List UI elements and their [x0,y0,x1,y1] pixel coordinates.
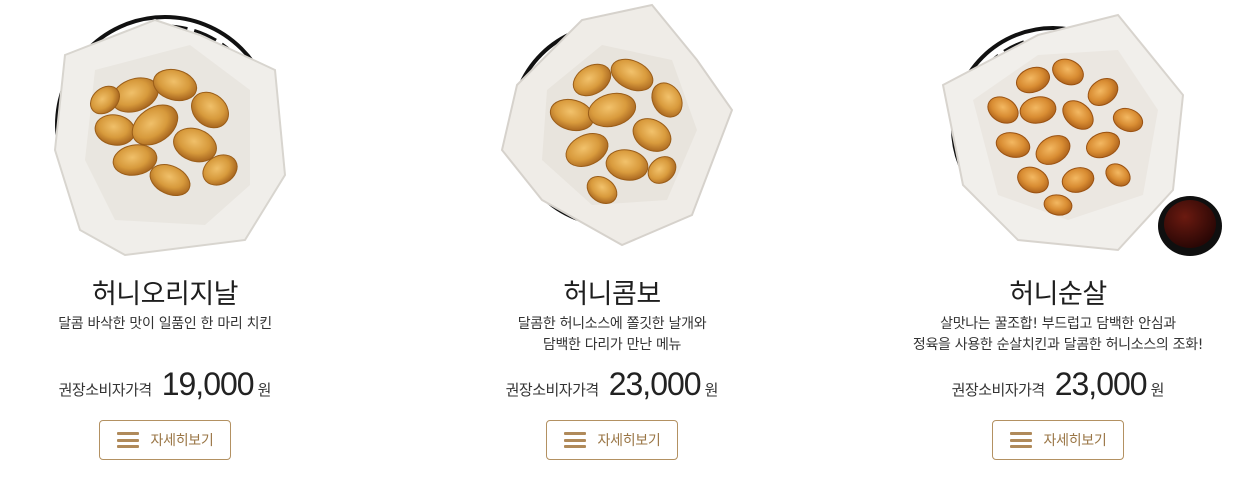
product-description: 달콤 바삭한 맛이 일품인 한 마리 치킨 [58,314,272,356]
product-description: 살맛나는 꿀조합! 부드럽고 담백한 안심과 정육을 사용한 순살치킨과 달콤한… [912,314,1204,356]
menu-icon [116,432,139,448]
price-row: 권장소비자가격 23,000 원 [952,366,1165,406]
product-name: 허니순살 [1009,279,1107,310]
detail-button[interactable]: 자세히보기 [992,420,1124,460]
price-value: 19,000 [161,366,255,402]
menu-icon [1009,432,1032,448]
price-unit: 원 [704,381,719,399]
menu-icon [563,432,586,448]
detail-button-label: 자세히보기 [150,433,214,449]
product-name: 허니콤보 [563,279,661,310]
product-image[interactable] [442,0,782,262]
product-card-honey-boneless: 허니순살 살맛나는 꿀조합! 부드럽고 담백한 안심과 정육을 사용한 순살치킨… [888,0,1228,482]
price-value: 23,000 [1054,366,1148,402]
product-name: 허니오리지날 [91,279,239,310]
price-label: 권장소비자가격 [58,381,153,399]
detail-button[interactable]: 자세히보기 [546,420,678,460]
product-description: 달콤한 허니소스에 쫄깃한 날개와 담백한 다리가 만난 메뉴 [518,314,707,356]
detail-button-label: 자세히보기 [597,433,661,449]
price-label: 권장소비자가격 [951,381,1046,399]
price-row: 권장소비자가격 23,000 원 [506,366,719,406]
product-list: 허니오리지날 달콤 바삭한 맛이 일품인 한 마리 치킨 권장소비자가격 19,… [0,0,1252,482]
product-image[interactable] [888,0,1228,262]
detail-button[interactable]: 자세히보기 [99,420,231,460]
detail-button-label: 자세히보기 [1043,433,1107,449]
price-unit: 원 [257,381,272,399]
product-description-line: 담백한 다리가 만난 메뉴 [542,337,682,353]
price-label: 권장소비자가격 [505,381,600,399]
price-row: 권장소비자가격 19,000 원 [59,366,272,406]
product-description-line: 달콤한 허니소스에 쫄깃한 날개와 [517,316,707,332]
price-unit: 원 [1150,381,1165,399]
price-value: 23,000 [608,366,702,402]
product-description-line: 달콤 바삭한 맛이 일품인 한 마리 치킨 [58,316,272,332]
product-card-honey-original: 허니오리지날 달콤 바삭한 맛이 일품인 한 마리 치킨 권장소비자가격 19,… [0,0,335,482]
product-card-honey-combo: 허니콤보 달콤한 허니소스에 쫄깃한 날개와 담백한 다리가 만난 메뉴 권장소… [442,0,782,482]
product-description-line: 살맛나는 꿀조합! 부드럽고 담백한 안심과 [940,316,1176,332]
product-description-line: 정육을 사용한 순살치킨과 달콤한 허니소스의 조화! [912,337,1204,353]
product-image[interactable] [0,0,335,262]
